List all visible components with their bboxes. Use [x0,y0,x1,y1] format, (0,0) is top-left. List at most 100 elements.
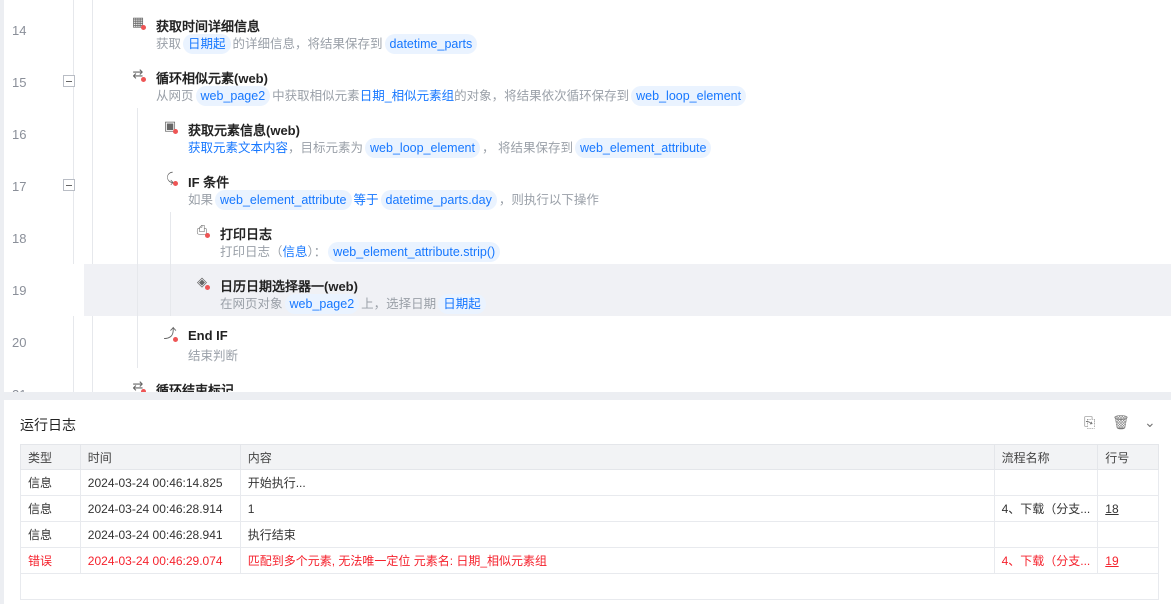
step-description: 在网页对象 web_page2 上，选择日期 日期起 [220,294,488,314]
step-title: 打印日志 [220,227,273,242]
desc-text: ，则执行以下操作 [498,193,599,207]
line-number: 14 [12,23,27,38]
variable-chip[interactable]: web_element_attribute.strip() [328,242,501,262]
log-row: 信息 2024-03-24 00:46:28.941 执行结束 [20,521,1159,548]
log-flow-name: 4、下载（分支... [993,495,1099,522]
desc-text: ， 将结果保存到 [481,141,573,155]
flow-step-row[interactable]: 19 ◈ 日历日期选择器一(web) 在网页对象 web_page2 上，选择日期 日期起 [4,264,1171,316]
log-row: 信息 2024-03-24 00:46:14.825 开始执行... [20,469,1159,496]
col-type: 类型 [20,444,81,470]
log-content: 执行结束 [239,521,995,548]
desc-text: 如果 [188,193,214,207]
step-description: 获取元素文本内容，目标元素为 web_loop_element， 将结果保存到 we… [188,138,713,158]
line-number: 20 [12,335,27,350]
loop-guide-line [137,108,138,368]
param-link[interactable]: 获取元素文本内容 [188,141,288,155]
log-type: 信息 [20,495,81,522]
flow-step-row[interactable]: 21 ⇄ 循环结束标记 [4,368,1171,392]
desc-text: 结束判断 [188,349,239,363]
variable-chip[interactable]: web_loop_element [365,138,480,158]
line-number: 17 [12,179,27,194]
variable-chip[interactable]: web_page2 [195,86,271,106]
collapse-button[interactable] [63,179,75,191]
desc-text: 的对象，将结果依次循环保存到 [454,89,630,103]
flow-step-row[interactable]: 14 ▦ 获取时间详细信息 获取 日期起 的详细信息，将结果保存到 datetime_par… [4,4,1171,56]
step-title: 获取时间详细信息 [156,19,261,34]
variable-chip[interactable]: datetime_parts.day [380,190,497,210]
col-flow-name: 流程名称 [993,444,1099,470]
element-info-icon: ▣ [163,118,178,134]
variable-chip[interactable]: 日期起 [183,34,231,54]
loop-icon: ⇄ [130,66,146,82]
variable-chip[interactable]: web_element_attribute [574,138,712,158]
log-line: 18 [1097,495,1159,522]
variable-chip[interactable]: web_loop_element [631,86,747,106]
table-empty-area [20,573,1159,600]
flow-step-row[interactable]: 15 ⇄ 循环相似元素(web) 从网页 web_page2 中获取相似元素日期_相似元素… [4,56,1171,108]
desc-text: 打印日志（ [220,245,283,259]
log-time: 2024-03-24 00:46:28.941 [79,521,241,548]
collapse-button[interactable] [63,75,75,87]
desc-text: 从网页 [156,89,194,103]
print-icon: ⎙ [194,222,210,238]
trash-icon[interactable]: 🗑 [1112,414,1130,431]
log-time: 2024-03-24 00:46:14.825 [79,469,241,496]
log-flow-name: 4、下载（分支... [993,547,1099,574]
desc-text: 的详细信息，将结果保存到 [232,37,383,51]
desc-text: ，目标元素为 [288,141,364,155]
log-table: 类型 时间 内容 流程名称 行号 信息 2024-03-24 00:46:14.8… [20,444,1159,574]
log-time: 2024-03-24 00:46:28.914 [79,495,241,522]
step-description: 如果 web_element_attribute 等于 datetime_parts.… [188,190,599,210]
line-number: 21 [12,387,26,392]
log-line [1097,469,1159,496]
log-line: 19 [1097,547,1159,574]
log-time: 2024-03-24 00:46:29.074 [79,547,241,574]
endif-icon: ⤴ [163,326,178,342]
step-title: IF 条件 [188,175,230,190]
log-flow-name [993,469,1099,496]
flow-step-row[interactable]: 18 ⎙ 打印日志 打印日志（信息）： web_element_attribute.st… [4,212,1171,264]
variable-chip[interactable]: web_page2 [284,294,360,314]
param-link[interactable]: 日期_相似元素组 [360,89,454,103]
line-number: 19 [12,283,27,298]
step-description: 从网页 web_page2 中获取相似元素日期_相似元素组的对象，将结果依次循环保存… [156,86,748,106]
calendar-icon: ▦ [131,14,146,30]
variable-chip[interactable]: web_element_attribute [215,190,352,210]
if-icon: ⤹ [162,170,178,186]
log-content: 匹配到多个元素, 无法唯一定位 元素名: 日期_相似元素组 [239,547,995,574]
log-content: 1 [239,495,995,522]
line-number: 16 [12,127,27,142]
param-link[interactable]: 等于 [354,193,379,207]
step-description: 结束判断 [188,346,238,366]
step-title: 日历日期选择器一(web) [220,279,358,294]
line-link[interactable]: 19 [1105,554,1118,568]
log-type: 信息 [20,469,81,496]
flow-step-row[interactable]: 17 ⤹ IF 条件 如果 web_element_attribute 等于 datetim… [4,160,1171,212]
desc-text: 获取 [156,37,182,51]
col-line: 行号 [1097,444,1159,470]
param-link[interactable]: 信息 [283,245,308,259]
log-row: 错误 2024-03-24 00:46:29.074 匹配到多个元素, 无法唯一定位… [20,547,1159,574]
flow-step-row[interactable]: 16 ▣ 获取元素信息(web) 获取元素文本内容，目标元素为 web_loop_ele… [4,108,1171,160]
run-log-panel: 运行日志 ⎘ 🗑 ⌄ 类型 时间 内容 流程名称 行号 信息 2024-03-24… [4,400,1171,604]
loop-end-icon: ⇄ [130,378,146,392]
step-title: 获取元素信息(web) [188,123,300,138]
export-icon[interactable]: ⎘ [1084,414,1095,431]
variable-chip[interactable]: 日期起 [438,294,486,314]
step-title: End IF [188,328,228,343]
log-title: 运行日志 [20,417,76,433]
desc-text: ）： [307,245,327,259]
chevron-down-icon[interactable]: ⌄ [1144,414,1156,431]
step-description: 打印日志（信息）： web_element_attribute.strip() [220,242,502,262]
line-number: 15 [12,75,27,90]
variable-chip[interactable]: datetime_parts [384,34,478,54]
if-guide-line [170,212,171,316]
log-content: 开始执行... [239,469,995,496]
flow-step-row[interactable]: 20 ⤴ End IF 结束判断 [4,316,1171,368]
line-link[interactable]: 18 [1105,502,1118,516]
log-row: 信息 2024-03-24 00:46:28.914 1 4、下载（分支... 18 [20,495,1159,522]
log-flow-name [993,521,1099,548]
log-line [1097,521,1159,548]
flow-editor: 14 ▦ 获取时间详细信息 获取 日期起 的详细信息，将结果保存到 datetime_par… [4,0,1171,392]
log-type: 信息 [20,521,81,548]
